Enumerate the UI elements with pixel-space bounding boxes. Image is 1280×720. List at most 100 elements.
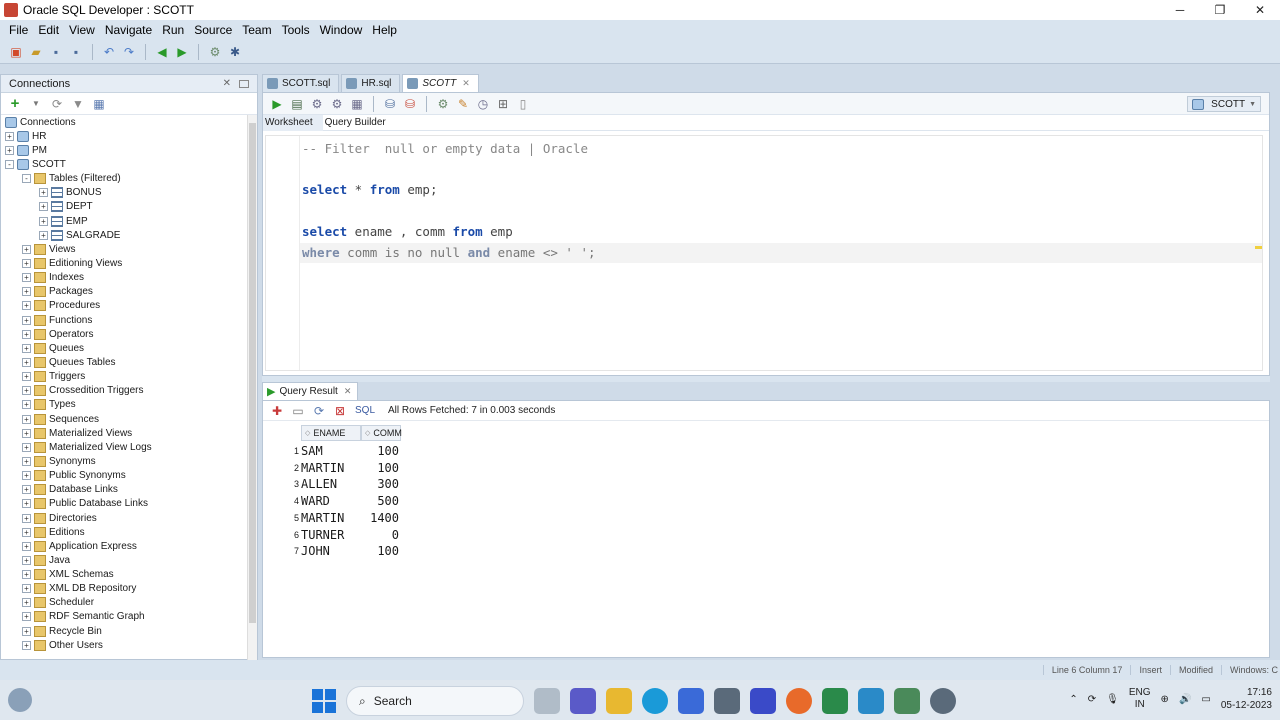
teams-icon[interactable] (570, 688, 596, 714)
table-row[interactable]: 1 SAM 100 (263, 444, 413, 461)
menu-file[interactable]: File (4, 23, 33, 37)
expand-icon[interactable]: + (22, 414, 31, 424)
expand-icon[interactable]: + (22, 513, 31, 523)
chrome-icon[interactable] (930, 688, 956, 714)
menu-view[interactable]: View (64, 23, 100, 37)
unshared-icon[interactable]: ⚙ (435, 96, 451, 112)
tree-scrollbar[interactable] (247, 115, 257, 660)
tree-item[interactable]: + Views (1, 242, 257, 256)
excel-icon[interactable] (822, 688, 848, 714)
editor-tab[interactable]: SCOTT.sql (262, 74, 340, 92)
back-icon[interactable]: ◀ (154, 44, 170, 60)
tree-item[interactable]: + Database Links (1, 483, 257, 497)
tree-item[interactable]: + HR (1, 129, 257, 143)
edge-icon[interactable] (642, 688, 668, 714)
save-all-icon[interactable]: ▪ (68, 44, 84, 60)
sql-developer-taskbar-icon[interactable] (894, 688, 920, 714)
expand-icon[interactable]: + (22, 442, 31, 452)
expand-icon[interactable]: + (22, 527, 31, 537)
menu-edit[interactable]: Edit (33, 23, 64, 37)
expand-icon[interactable]: + (22, 456, 31, 466)
format-icon[interactable]: ⊞ (495, 96, 511, 112)
menu-team[interactable]: Team (237, 23, 276, 37)
close-icon[interactable]: ✕ (1240, 0, 1280, 20)
notepad-icon[interactable] (858, 688, 884, 714)
expand-icon[interactable]: + (22, 244, 31, 254)
tree-item[interactable]: + Java (1, 553, 257, 567)
refresh-icon[interactable]: ⟳ (311, 403, 327, 419)
history-icon[interactable]: ◷ (475, 96, 491, 112)
autotrace-icon[interactable]: ⚙ (309, 96, 325, 112)
table-row[interactable]: 6 TURNER 0 (263, 528, 413, 545)
tree-item[interactable]: + Public Synonyms (1, 469, 257, 483)
table-row[interactable]: 5 MARTIN 1400 (263, 511, 413, 528)
refresh-icon[interactable]: ⟳ (49, 96, 65, 112)
expand-icon[interactable]: + (22, 555, 31, 565)
expand-icon[interactable]: + (22, 485, 31, 495)
menu-run[interactable]: Run (157, 23, 189, 37)
connection-selector[interactable]: SCOTT ▼ (1187, 96, 1261, 112)
task-view-icon[interactable] (534, 688, 560, 714)
tab-query-result[interactable]: ▶ Query Result ✕ (262, 382, 359, 400)
tree-item[interactable]: + Sequences (1, 412, 257, 426)
tree-item[interactable]: + Triggers (1, 370, 257, 384)
chevron-down-icon[interactable]: ▼ (28, 96, 44, 112)
pin-icon[interactable]: ✚ (269, 403, 285, 419)
expand-icon[interactable]: + (22, 357, 31, 367)
expand-icon[interactable]: + (39, 216, 48, 226)
sql-editor[interactable]: -- Filter null or empty data | Oracle se… (265, 135, 1263, 371)
tree-item[interactable]: + Directories (1, 511, 257, 525)
tree-item[interactable]: + PM (1, 143, 257, 157)
clock[interactable]: 17:16 05-12-2023 (1221, 686, 1272, 712)
tree-item[interactable]: + Functions (1, 313, 257, 327)
tree-item[interactable]: - Tables (Filtered) (1, 172, 257, 186)
tree-item[interactable]: + Packages (1, 285, 257, 299)
tree-item[interactable]: + Materialized Views (1, 426, 257, 440)
schema-browser-icon[interactable]: ▦ (91, 96, 107, 112)
tree-item[interactable]: + Procedures (1, 299, 257, 313)
tree-item[interactable]: + RDF Semantic Graph (1, 610, 257, 624)
menu-tools[interactable]: Tools (277, 23, 315, 37)
menu-window[interactable]: Window (315, 23, 368, 37)
maximize-icon[interactable]: ❐ (1200, 0, 1240, 20)
menu-help[interactable]: Help (367, 23, 402, 37)
minimize-panel-icon[interactable] (239, 79, 249, 88)
tab-query-builder[interactable]: Query Builder (323, 115, 396, 131)
tree-item[interactable]: + BONUS (1, 186, 257, 200)
microphone-icon[interactable]: 🎙 (1106, 694, 1119, 705)
table-row[interactable]: 7 JOHN 100 (263, 544, 413, 561)
tree-item[interactable]: + Other Users (1, 638, 257, 652)
sql-button[interactable]: SQL (355, 405, 375, 416)
expand-icon[interactable]: + (22, 499, 31, 509)
collapse-icon[interactable]: - (22, 174, 31, 184)
filter-icon[interactable]: ▼ (70, 96, 86, 112)
expand-icon[interactable]: + (22, 428, 31, 438)
tree-item[interactable]: + Editions (1, 525, 257, 539)
tree-item[interactable]: + DEPT (1, 200, 257, 214)
chevron-up-icon[interactable]: ⌃ (1069, 694, 1077, 705)
expand-icon[interactable]: + (22, 584, 31, 594)
add-connection-icon[interactable]: + (7, 95, 23, 112)
table-row[interactable]: 2 MARTIN 100 (263, 461, 413, 478)
expand-icon[interactable]: + (22, 471, 31, 481)
windows-start-icon[interactable] (312, 689, 336, 713)
menu-source[interactable]: Source (189, 23, 237, 37)
expand-icon[interactable]: + (22, 400, 31, 410)
network-icon[interactable]: ⊕ (1161, 694, 1169, 705)
store-icon[interactable] (678, 688, 704, 714)
sql-worksheet-icon[interactable]: ⚙ (207, 44, 223, 60)
tree-item[interactable]: + Application Express (1, 539, 257, 553)
collapse-icon[interactable]: - (5, 159, 14, 169)
monitor-icon[interactable]: ✱ (227, 44, 243, 60)
more-icon[interactable]: ▯ (515, 96, 531, 112)
expand-icon[interactable]: + (22, 343, 31, 353)
tree-item[interactable]: + EMP (1, 214, 257, 228)
expand-icon[interactable]: + (22, 301, 31, 311)
redo-icon[interactable]: ↷ (121, 44, 137, 60)
menu-navigate[interactable]: Navigate (100, 23, 157, 37)
expand-icon[interactable]: + (22, 598, 31, 608)
expand-icon[interactable]: + (22, 626, 31, 636)
run-script-icon[interactable]: ▤ (289, 96, 305, 112)
expand-icon[interactable]: + (22, 329, 31, 339)
expand-icon[interactable]: + (22, 570, 31, 580)
